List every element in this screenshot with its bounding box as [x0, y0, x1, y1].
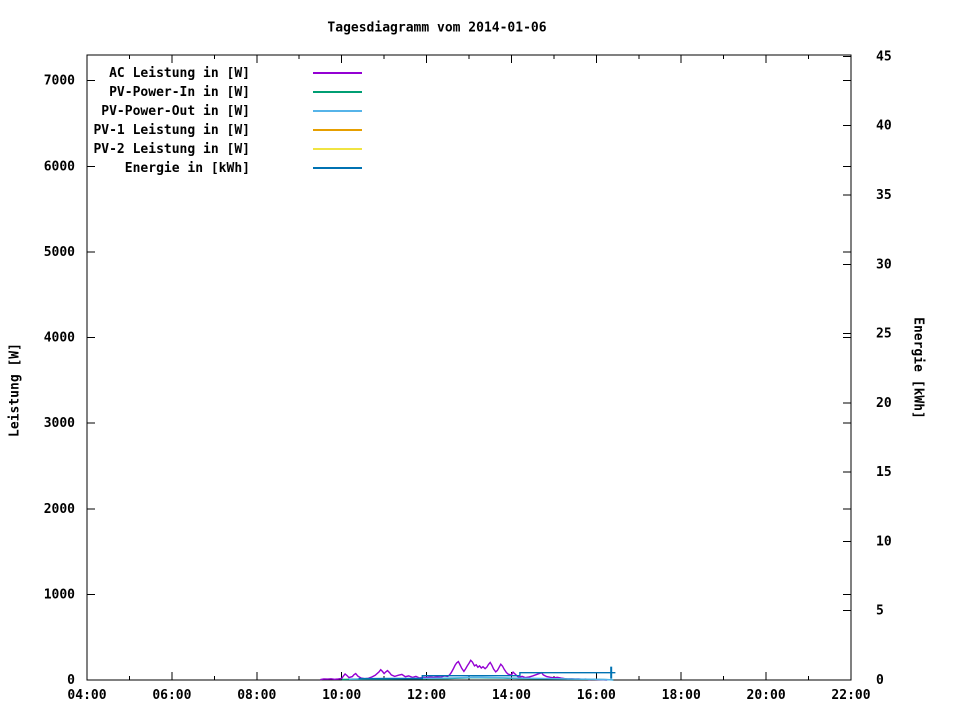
- legend-label-pv1-leistung: PV-1 Leistung in [W]: [93, 122, 250, 138]
- right-axis-tick-label: 45: [876, 49, 892, 64]
- legend-row-pv-power-out: PV-Power-Out in [W]: [0, 102, 960, 121]
- legend-line-sample-pv1-leistung: [313, 128, 362, 131]
- x-axis-tick-label: 22:00: [831, 688, 870, 703]
- legend-line-sample-pv2-leistung: [313, 147, 362, 150]
- right-axis-tick-label: 10: [876, 534, 892, 549]
- x-axis-tick-label: 12:00: [407, 688, 446, 703]
- left-axis-tick-label: 0: [67, 673, 75, 688]
- left-axis-tick-label: 2000: [44, 502, 75, 517]
- legend-row-energie: Energie in [kWh]: [0, 159, 960, 178]
- legend-line-sample-pv-power-in: [313, 90, 362, 93]
- legend-line-sample-ac-leistung: [313, 71, 362, 74]
- x-axis-tick-label: 08:00: [237, 688, 276, 703]
- x-axis-tick-label: 10:00: [322, 688, 361, 703]
- right-axis-tick-label: 20: [876, 396, 892, 411]
- legend-label-pv-power-out: PV-Power-Out in [W]: [101, 103, 250, 119]
- legend-row-ac-leistung: AC Leistung in [W]: [0, 64, 960, 83]
- right-axis-tick-label: 25: [876, 327, 892, 342]
- legend-row-pv1-leistung: PV-1 Leistung in [W]: [0, 121, 960, 140]
- legend-label-pv-power-in: PV-Power-In in [W]: [109, 84, 250, 100]
- legend-label-pv2-leistung: PV-2 Leistung in [W]: [93, 141, 250, 157]
- right-axis-tick-label: 5: [876, 604, 884, 619]
- right-axis-tick-label: 0: [876, 673, 884, 688]
- right-axis-tick-label: 15: [876, 465, 892, 480]
- legend-line-sample-energie: [313, 166, 362, 169]
- x-axis-tick-label: 04:00: [67, 688, 106, 703]
- legend-row-pv-power-in: PV-Power-In in [W]: [0, 83, 960, 102]
- right-axis-tick-label: 30: [876, 257, 892, 272]
- right-axis-tick-label: 35: [876, 188, 892, 203]
- x-axis-tick-label: 14:00: [492, 688, 531, 703]
- left-axis-tick-label: 4000: [44, 331, 75, 346]
- legend-label-ac-leistung: AC Leistung in [W]: [109, 65, 250, 81]
- left-axis-tick-label: 1000: [44, 587, 75, 602]
- left-axis-tick-label: 3000: [44, 416, 75, 431]
- legend-label-energie: Energie in [kWh]: [124, 160, 250, 176]
- chart-canvas: Tagesdiagramm vom 2014-01-06 Leistung [W…: [0, 0, 960, 720]
- x-axis-tick-label: 18:00: [662, 688, 701, 703]
- x-axis-tick-label: 06:00: [152, 688, 191, 703]
- legend-line-sample-pv-power-out: [313, 109, 362, 112]
- x-axis-tick-label: 16:00: [577, 688, 616, 703]
- x-axis-tick-label: 20:00: [747, 688, 786, 703]
- legend-row-pv2-leistung: PV-2 Leistung in [W]: [0, 140, 960, 159]
- left-axis-tick-label: 5000: [44, 245, 75, 260]
